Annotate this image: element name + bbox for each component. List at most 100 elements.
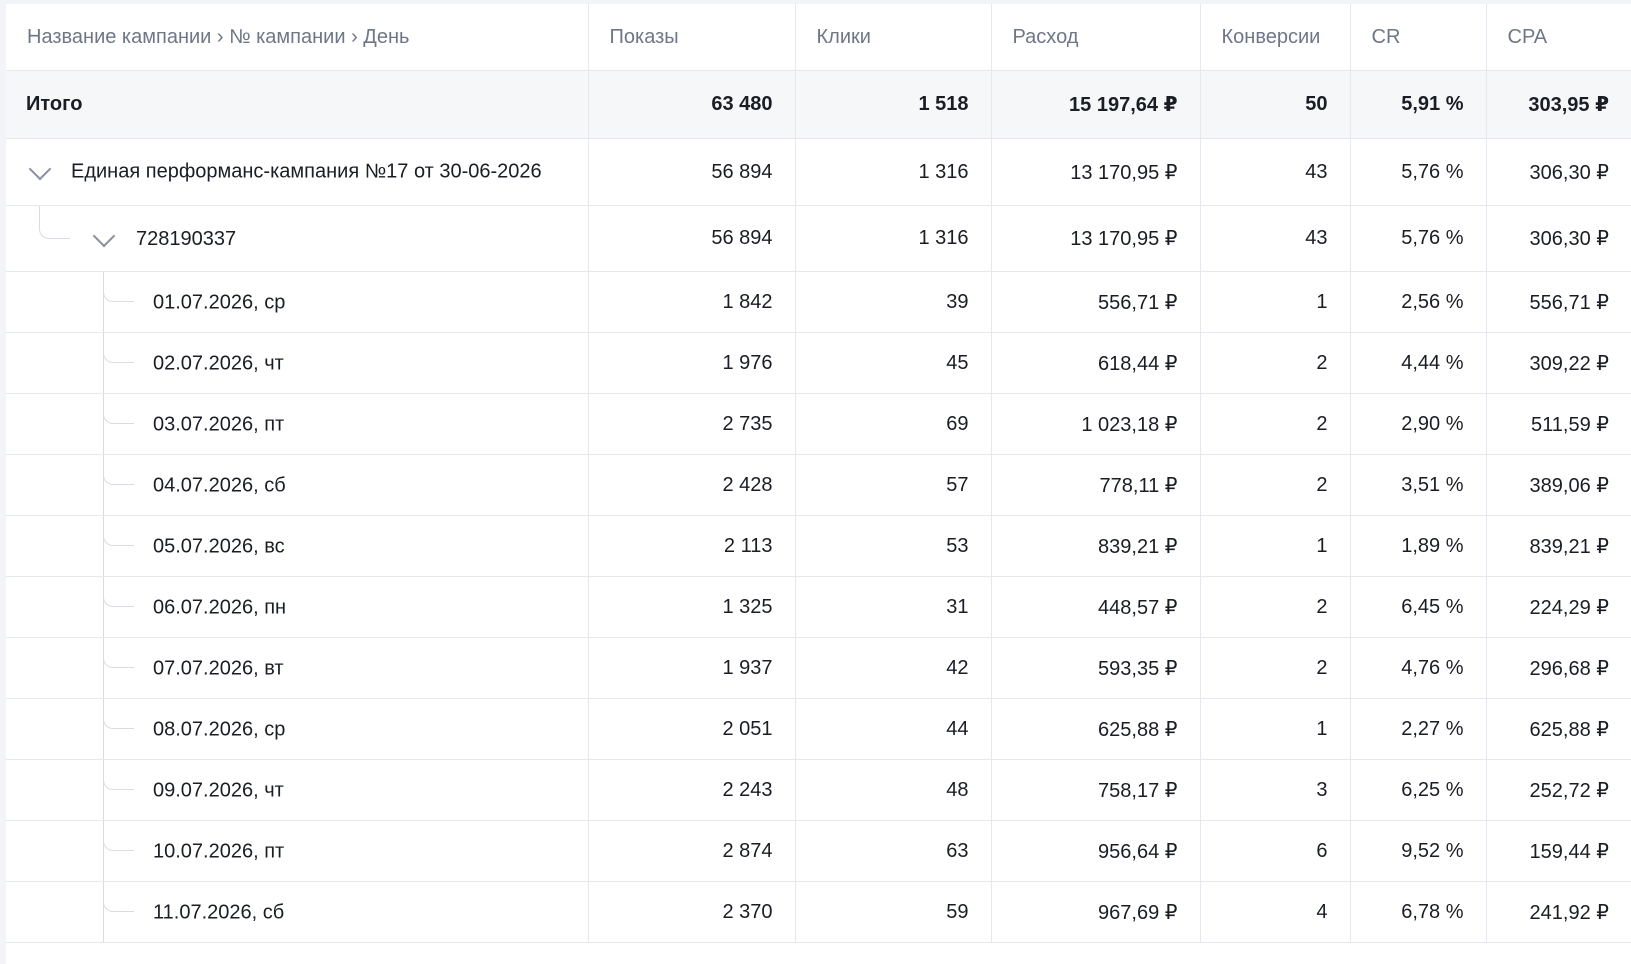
campaign-name: Единая перформанс-кампания №17 от 30-06-… [71,160,542,183]
day-cr: 4,76 % [1350,637,1487,699]
day-row[interactable]: 02.07.2026, чт 1 976 45 618,44 ₽2 4,44 % 309,… [6,332,1631,394]
stats-table: Название кампании › № кампании › День По… [6,4,1631,943]
day-label: 07.07.2026, вт [153,657,284,680]
day-name-cell: 08.07.2026, ср [6,698,589,760]
day-cr: 6,25 % [1350,759,1487,821]
total-label: Итого [6,70,589,139]
tree-guide-line [39,206,70,239]
total-row: Итого 63 480 1 518 15 197,64 ₽ 50 5,91 %… [6,70,1631,139]
day-conversions: 2 [1200,393,1351,455]
campaign-shows: 56 894 [588,138,796,206]
day-cost: 625,88 ₽ [991,698,1201,760]
campaign-id-cost: 13 170,95 ₽ [991,205,1201,272]
day-row[interactable]: 09.07.2026, чт 2 243 48 758,17 ₽3 6,25 % 252,… [6,759,1631,821]
campaign-id: 728190337 [136,227,237,250]
day-row[interactable]: 01.07.2026, ср 1 842 39 556,71 ₽1 2,56 % 556,… [6,271,1631,333]
column-header-shows[interactable]: Показы [588,4,796,71]
day-row[interactable]: 06.07.2026, пн 1 325 31 448,57 ₽2 6,45 % 224,… [6,576,1631,638]
day-cost: 758,17 ₽ [991,759,1201,821]
tree-guide-elbow [103,760,134,790]
day-cpa: 389,06 ₽ [1486,454,1631,516]
day-conversions: 3 [1200,759,1351,821]
day-label: 06.07.2026, пн [153,596,287,619]
tree-guide-elbow [103,333,134,363]
campaign-conversions: 43 [1200,138,1351,206]
column-header-name[interactable]: Название кампании › № кампании › День [6,4,589,71]
day-cr: 2,27 % [1350,698,1487,760]
day-name-cell: 07.07.2026, вт [6,637,589,699]
day-cost: 448,57 ₽ [991,576,1201,638]
day-cost: 556,71 ₽ [991,271,1201,333]
day-row[interactable]: 05.07.2026, вс 2 113 53 839,21 ₽1 1,89 % 839,… [6,515,1631,577]
chevron-down-icon[interactable] [28,157,52,181]
tree-guide-elbow [103,638,134,668]
campaign-row[interactable]: Единая перформанс-кампания №17 от 30-06-… [6,138,1631,206]
day-label: 10.07.2026, пт [153,840,285,863]
day-label: 02.07.2026, чт [153,352,284,375]
day-name-cell: 09.07.2026, чт [6,759,589,821]
day-name-cell: 05.07.2026, вс [6,515,589,577]
day-row[interactable]: 10.07.2026, пт 2 874 63 956,64 ₽6 9,52 % 159,… [6,820,1631,882]
day-label: 09.07.2026, чт [153,779,284,802]
day-conversions: 1 [1200,515,1351,577]
total-cpa: 303,95 ₽ [1486,70,1631,139]
campaign-name-cell: Единая перформанс-кампания №17 от 30-06-… [6,138,589,206]
total-clicks: 1 518 [795,70,992,139]
column-header-cr[interactable]: CR [1350,4,1487,71]
tree-guide-elbow [103,821,134,851]
day-name-cell: 01.07.2026, ср [6,271,589,333]
campaign-cost: 13 170,95 ₽ [991,138,1201,206]
campaign-id-cr: 5,76 % [1350,205,1487,272]
campaign-clicks: 1 316 [795,138,992,206]
day-row[interactable]: 07.07.2026, вт 1 937 42 593,35 ₽2 4,76 % 296,… [6,637,1631,699]
column-header-clicks[interactable]: Клики [795,4,992,71]
day-shows: 2 243 [588,759,796,821]
chevron-down-icon[interactable] [92,224,116,247]
day-cost: 618,44 ₽ [991,332,1201,394]
day-shows: 1 842 [588,271,796,333]
day-row[interactable]: 04.07.2026, сб 2 428 57 778,11 ₽2 3,51 % 389,… [6,454,1631,516]
day-label: 03.07.2026, пт [153,413,285,436]
campaign-id-cell: 728190337 [6,205,589,272]
day-cpa: 556,71 ₽ [1486,271,1631,333]
tree-guide-elbow [103,882,134,912]
day-shows: 2 874 [588,820,796,882]
day-label: 11.07.2026, сб [153,901,285,924]
total-cost: 15 197,64 ₽ [991,70,1201,139]
day-row[interactable]: 03.07.2026, пт 2 735 69 1 023,18 ₽2 2,90 % 51… [6,393,1631,455]
day-cost: 778,11 ₽ [991,454,1201,516]
day-row[interactable]: 11.07.2026, сб 2 370 59 967,69 ₽4 6,78 % 241,… [6,881,1631,943]
day-name-cell: 02.07.2026, чт [6,332,589,394]
day-shows: 2 735 [588,393,796,455]
tree-guide-elbow [103,394,134,424]
campaign-id-clicks: 1 316 [795,205,992,272]
day-cr: 2,90 % [1350,393,1487,455]
day-cost: 593,35 ₽ [991,637,1201,699]
day-cost: 1 023,18 ₽ [991,393,1201,455]
column-header-cost[interactable]: Расход [991,4,1201,71]
day-row[interactable]: 08.07.2026, ср 2 051 44 625,88 ₽1 2,27 % 625,… [6,698,1631,760]
campaign-id-row[interactable]: 728190337 56 894 1 316 13 170,95 ₽ 43 5,… [6,205,1631,272]
day-cost: 956,64 ₽ [991,820,1201,882]
day-label: 05.07.2026, вс [153,535,285,558]
day-shows: 1 325 [588,576,796,638]
day-label: 04.07.2026, сб [153,474,286,497]
day-conversions: 2 [1200,637,1351,699]
day-cr: 6,78 % [1350,881,1487,943]
day-name-cell: 06.07.2026, пн [6,576,589,638]
column-header-conversions[interactable]: Конверсии [1200,4,1351,71]
campaign-id-shows: 56 894 [588,205,796,272]
day-cost: 967,69 ₽ [991,881,1201,943]
day-clicks: 44 [795,698,992,760]
day-cpa: 625,88 ₽ [1486,698,1631,760]
tree-guide-elbow [103,455,134,485]
day-cpa: 252,72 ₽ [1486,759,1631,821]
day-clicks: 69 [795,393,992,455]
day-conversions: 1 [1200,698,1351,760]
day-conversions: 1 [1200,271,1351,333]
day-conversions: 2 [1200,332,1351,394]
day-conversions: 4 [1200,881,1351,943]
total-cr: 5,91 % [1350,70,1487,139]
column-header-cpa[interactable]: CPA [1486,4,1631,71]
day-clicks: 59 [795,881,992,943]
